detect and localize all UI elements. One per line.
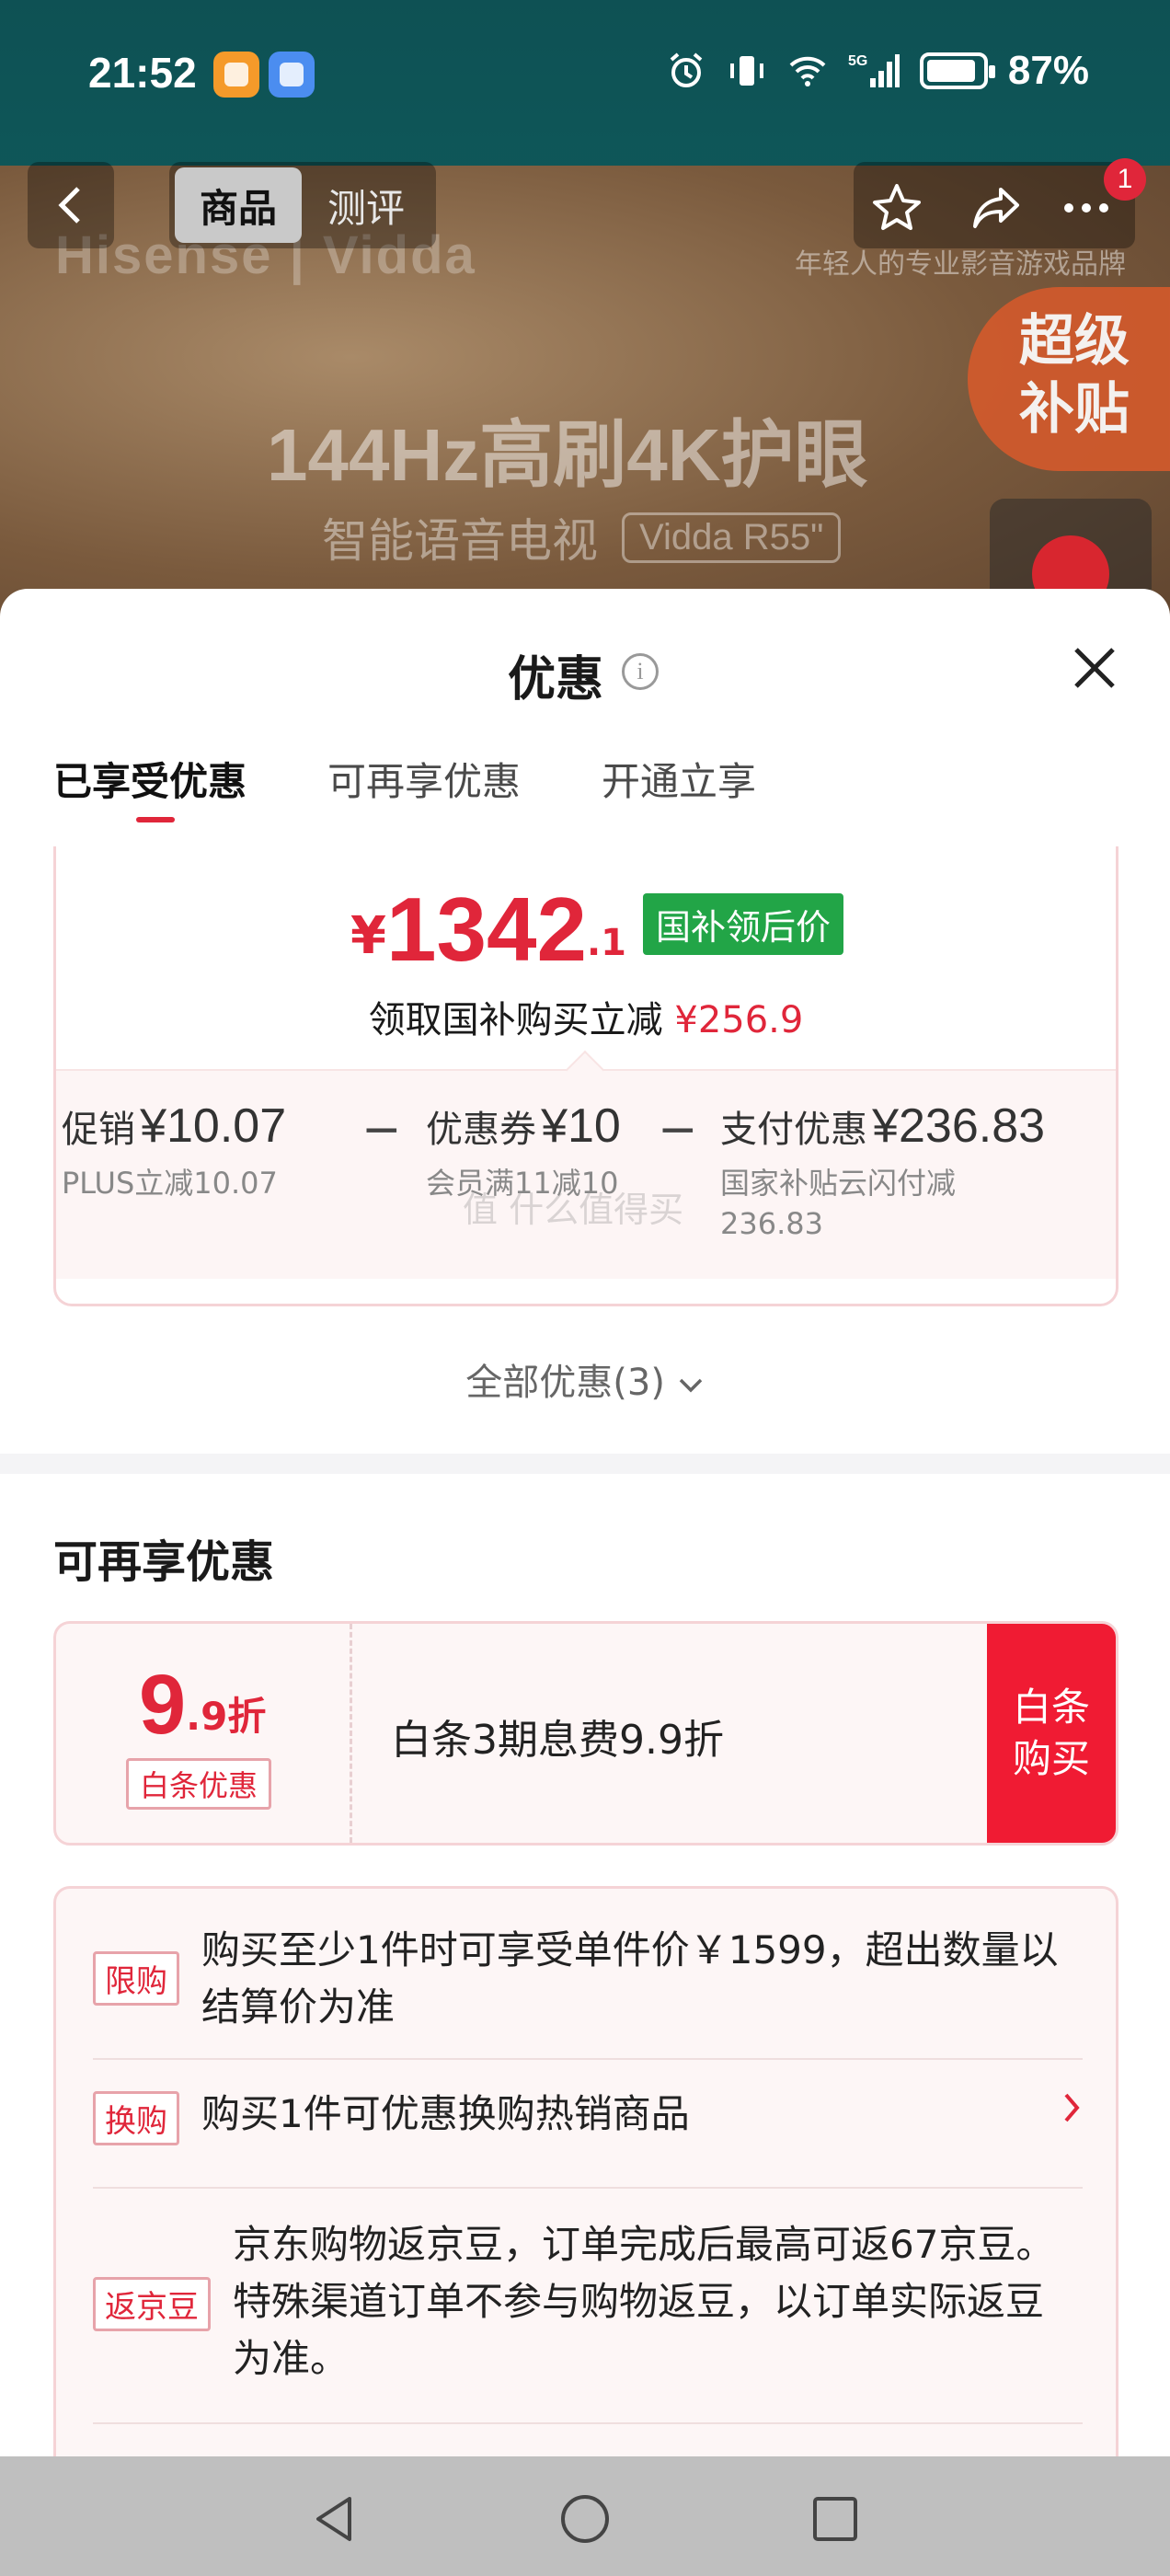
breakdown-label: 优惠券 xyxy=(426,1109,536,1151)
price-summary-card: ¥ 1342 .1 国补领后价 领取国补购买立减 ¥256.9 促销 ¥10.0… xyxy=(53,846,1118,1306)
home-circle-icon[interactable] xyxy=(557,2491,613,2547)
discount-suffix: .9折 xyxy=(186,1694,267,1739)
rule-tag: 限购 xyxy=(93,1951,179,2006)
rule-divider xyxy=(93,2187,1083,2189)
hero-subtitle-text: 智能语音电视 xyxy=(322,514,598,568)
share-icon[interactable] xyxy=(968,180,1025,236)
offer-tabs: 已享受优惠 可再享优惠 开通立享 xyxy=(53,751,756,822)
tab-review[interactable]: 测评 xyxy=(302,167,430,243)
status-time: 21:52 xyxy=(88,49,197,97)
breakdown-amount: ¥10 xyxy=(541,1099,621,1153)
breakdown-label: 促销 xyxy=(62,1109,135,1151)
rule-text-line: 特殊渠道订单不参与购物返豆，以订单实际返豆 xyxy=(233,2279,1045,2324)
back-triangle-icon[interactable] xyxy=(307,2491,362,2547)
chevron-down-icon xyxy=(679,1378,702,1393)
breakdown-note: 国家补贴云闪付减 xyxy=(720,1166,957,1201)
baitiao-button-line2: 购买 xyxy=(1012,1736,1090,1781)
super-subsidy-line2: 补贴 xyxy=(1019,377,1130,442)
tab-product[interactable]: 商品 xyxy=(175,167,302,243)
signal-network-label: 5G xyxy=(848,53,867,69)
save-amount: ¥256.9 xyxy=(674,999,804,1041)
rule-text: 京东购物返京豆，订单完成后最高可返67京豆。 特殊渠道订单不参与购物返豆，以订单… xyxy=(233,2216,1054,2387)
baitiao-button-line1: 白条 xyxy=(1012,1685,1090,1730)
price-decimal: .1 xyxy=(586,922,627,964)
more-offers-title: 可再享优惠 xyxy=(53,1536,275,1588)
watermark: 值 什么值得买 xyxy=(463,1190,684,1230)
hero-model: Vidda R55" xyxy=(622,512,842,563)
baitiao-offer-text: 白条3期息费9.9折 xyxy=(391,1717,724,1764)
breakdown-amount: ¥10.07 xyxy=(140,1099,287,1153)
rule-purchase-limit: 限购 购买至少1件时可享受单件价￥1599，超出数量以 结算价为准 xyxy=(93,1922,1083,2041)
alarm-icon xyxy=(670,52,703,87)
status-bar: 21:52 5G 87% xyxy=(0,0,1170,147)
system-nav-bar xyxy=(0,2456,1170,2576)
recents-square-icon[interactable] xyxy=(808,2491,863,2547)
offers-sheet: 优惠 i 已享受优惠 可再享优惠 开通立享 ¥ 1342 .1 国补领后价 领取… xyxy=(0,589,1170,2456)
baitiao-tag: 白条优惠 xyxy=(126,1758,272,1810)
rule-tag: 换购 xyxy=(93,2091,179,2145)
price-breakdown: 促销 ¥10.07 PLUS立减10.07 − 优惠券 ¥10 会员满11减10… xyxy=(56,1069,1116,1279)
super-subsidy-badge[interactable]: 超级 补贴 xyxy=(968,287,1170,471)
status-right: 5G 87% xyxy=(666,48,1089,94)
rule-tag: 返京豆 xyxy=(93,2277,211,2331)
rule-text: 购买1件可优惠换购热销商品 xyxy=(201,2091,690,2136)
rule-jingdou: 返京豆 京东购物返京豆，订单完成后最高可返67京豆。 特殊渠道订单不参与购物返豆… xyxy=(93,2216,1083,2400)
product-review-switch: 商品 测评 xyxy=(169,162,436,248)
hero-title: 144Hz高刷4K护眼 xyxy=(267,414,868,496)
notification-badge: 1 xyxy=(1104,158,1146,201)
close-icon[interactable] xyxy=(1067,640,1122,696)
tab-more-offers[interactable]: 可再享优惠 xyxy=(327,751,521,807)
hero-subtitle: 智能语音电视 Vidda R55" xyxy=(322,504,842,570)
app-notification-icon xyxy=(269,52,315,98)
back-button[interactable] xyxy=(28,162,114,248)
sheet-title: 优惠 xyxy=(508,652,604,707)
battery-percent: 87% xyxy=(1007,48,1089,93)
rule-divider xyxy=(93,2058,1083,2060)
star-favorite-icon[interactable] xyxy=(868,180,925,236)
offer-rules-card: 限购 购买至少1件时可享受单件价￥1599，超出数量以 结算价为准 换购 购买1… xyxy=(53,1886,1118,2456)
tab-activate-offers[interactable]: 开通立享 xyxy=(602,751,756,807)
breakdown-promo: 促销 ¥10.07 PLUS立减10.07 xyxy=(56,1098,314,1203)
rule-exchange[interactable]: 换购 购买1件可优惠换购热销商品 xyxy=(93,2082,1083,2165)
tab-enjoyed-offers[interactable]: 已享受优惠 xyxy=(53,751,247,822)
all-offers-label: 全部优惠(3) xyxy=(465,1362,665,1404)
vibrate-icon xyxy=(729,56,763,86)
baitiao-discount: 9 .9折 xyxy=(139,1662,266,1747)
rule-text-line: 为准。 xyxy=(233,2336,350,2381)
section-divider xyxy=(0,1454,1170,1474)
rule-text-line: 购买至少1件时可享受单件价￥1599，超出数量以 xyxy=(201,1927,1059,1972)
breakdown-amount: ¥236.83 xyxy=(872,1099,1046,1153)
rule-text-line: 结算价为准 xyxy=(201,1984,396,2030)
breakdown-note-amount: 236.83 xyxy=(720,1206,823,1241)
save-line: 领取国补购买立减 ¥256.9 xyxy=(56,990,1116,1043)
breakdown-payment: 支付优惠 ¥236.83 国家补贴云闪付减 236.83 xyxy=(720,1098,1107,1244)
price-integer: 1342 xyxy=(385,879,587,980)
breakdown-note: PLUS立减10.07 xyxy=(62,1166,278,1201)
app-notification-icon xyxy=(213,52,259,98)
chevron-right-icon xyxy=(1064,2093,1080,2122)
rule-text: 购买至少1件时可享受单件价￥1599，超出数量以 结算价为准 xyxy=(201,1922,1059,2036)
final-price: ¥ 1342 .1 国补领后价 xyxy=(350,879,844,980)
baitiao-offer-card: 9 .9折 白条优惠 白条3期息费9.9折 白条 购买 xyxy=(53,1621,1118,1846)
minus-sign: − xyxy=(658,1102,698,1157)
all-offers-toggle[interactable]: 全部优惠(3) xyxy=(0,1352,1170,1406)
battery-icon xyxy=(919,52,995,89)
rule-divider xyxy=(93,2422,1083,2424)
signal-icon: 5G xyxy=(848,53,900,87)
back-arrow-icon xyxy=(58,187,80,224)
rule-text-line: 京东购物返京豆，订单完成后最高可返67京豆。 xyxy=(233,2222,1055,2267)
super-subsidy-line1: 超级 xyxy=(1019,309,1130,374)
minus-sign: − xyxy=(361,1102,402,1157)
price-currency: ¥ xyxy=(350,906,386,966)
baitiao-buy-button[interactable]: 白条 购买 xyxy=(987,1624,1116,1843)
info-icon[interactable]: i xyxy=(622,653,659,690)
baitiao-discount-panel: 9 .9折 白条优惠 xyxy=(56,1624,352,1843)
breakdown-label: 支付优惠 xyxy=(720,1109,867,1151)
wifi-icon xyxy=(789,56,826,86)
discount-number: 9 xyxy=(139,1658,187,1752)
price-tag: 国补领后价 xyxy=(643,893,844,955)
nav-actions xyxy=(854,162,1135,248)
save-label: 领取国补购买立减 xyxy=(368,999,663,1041)
